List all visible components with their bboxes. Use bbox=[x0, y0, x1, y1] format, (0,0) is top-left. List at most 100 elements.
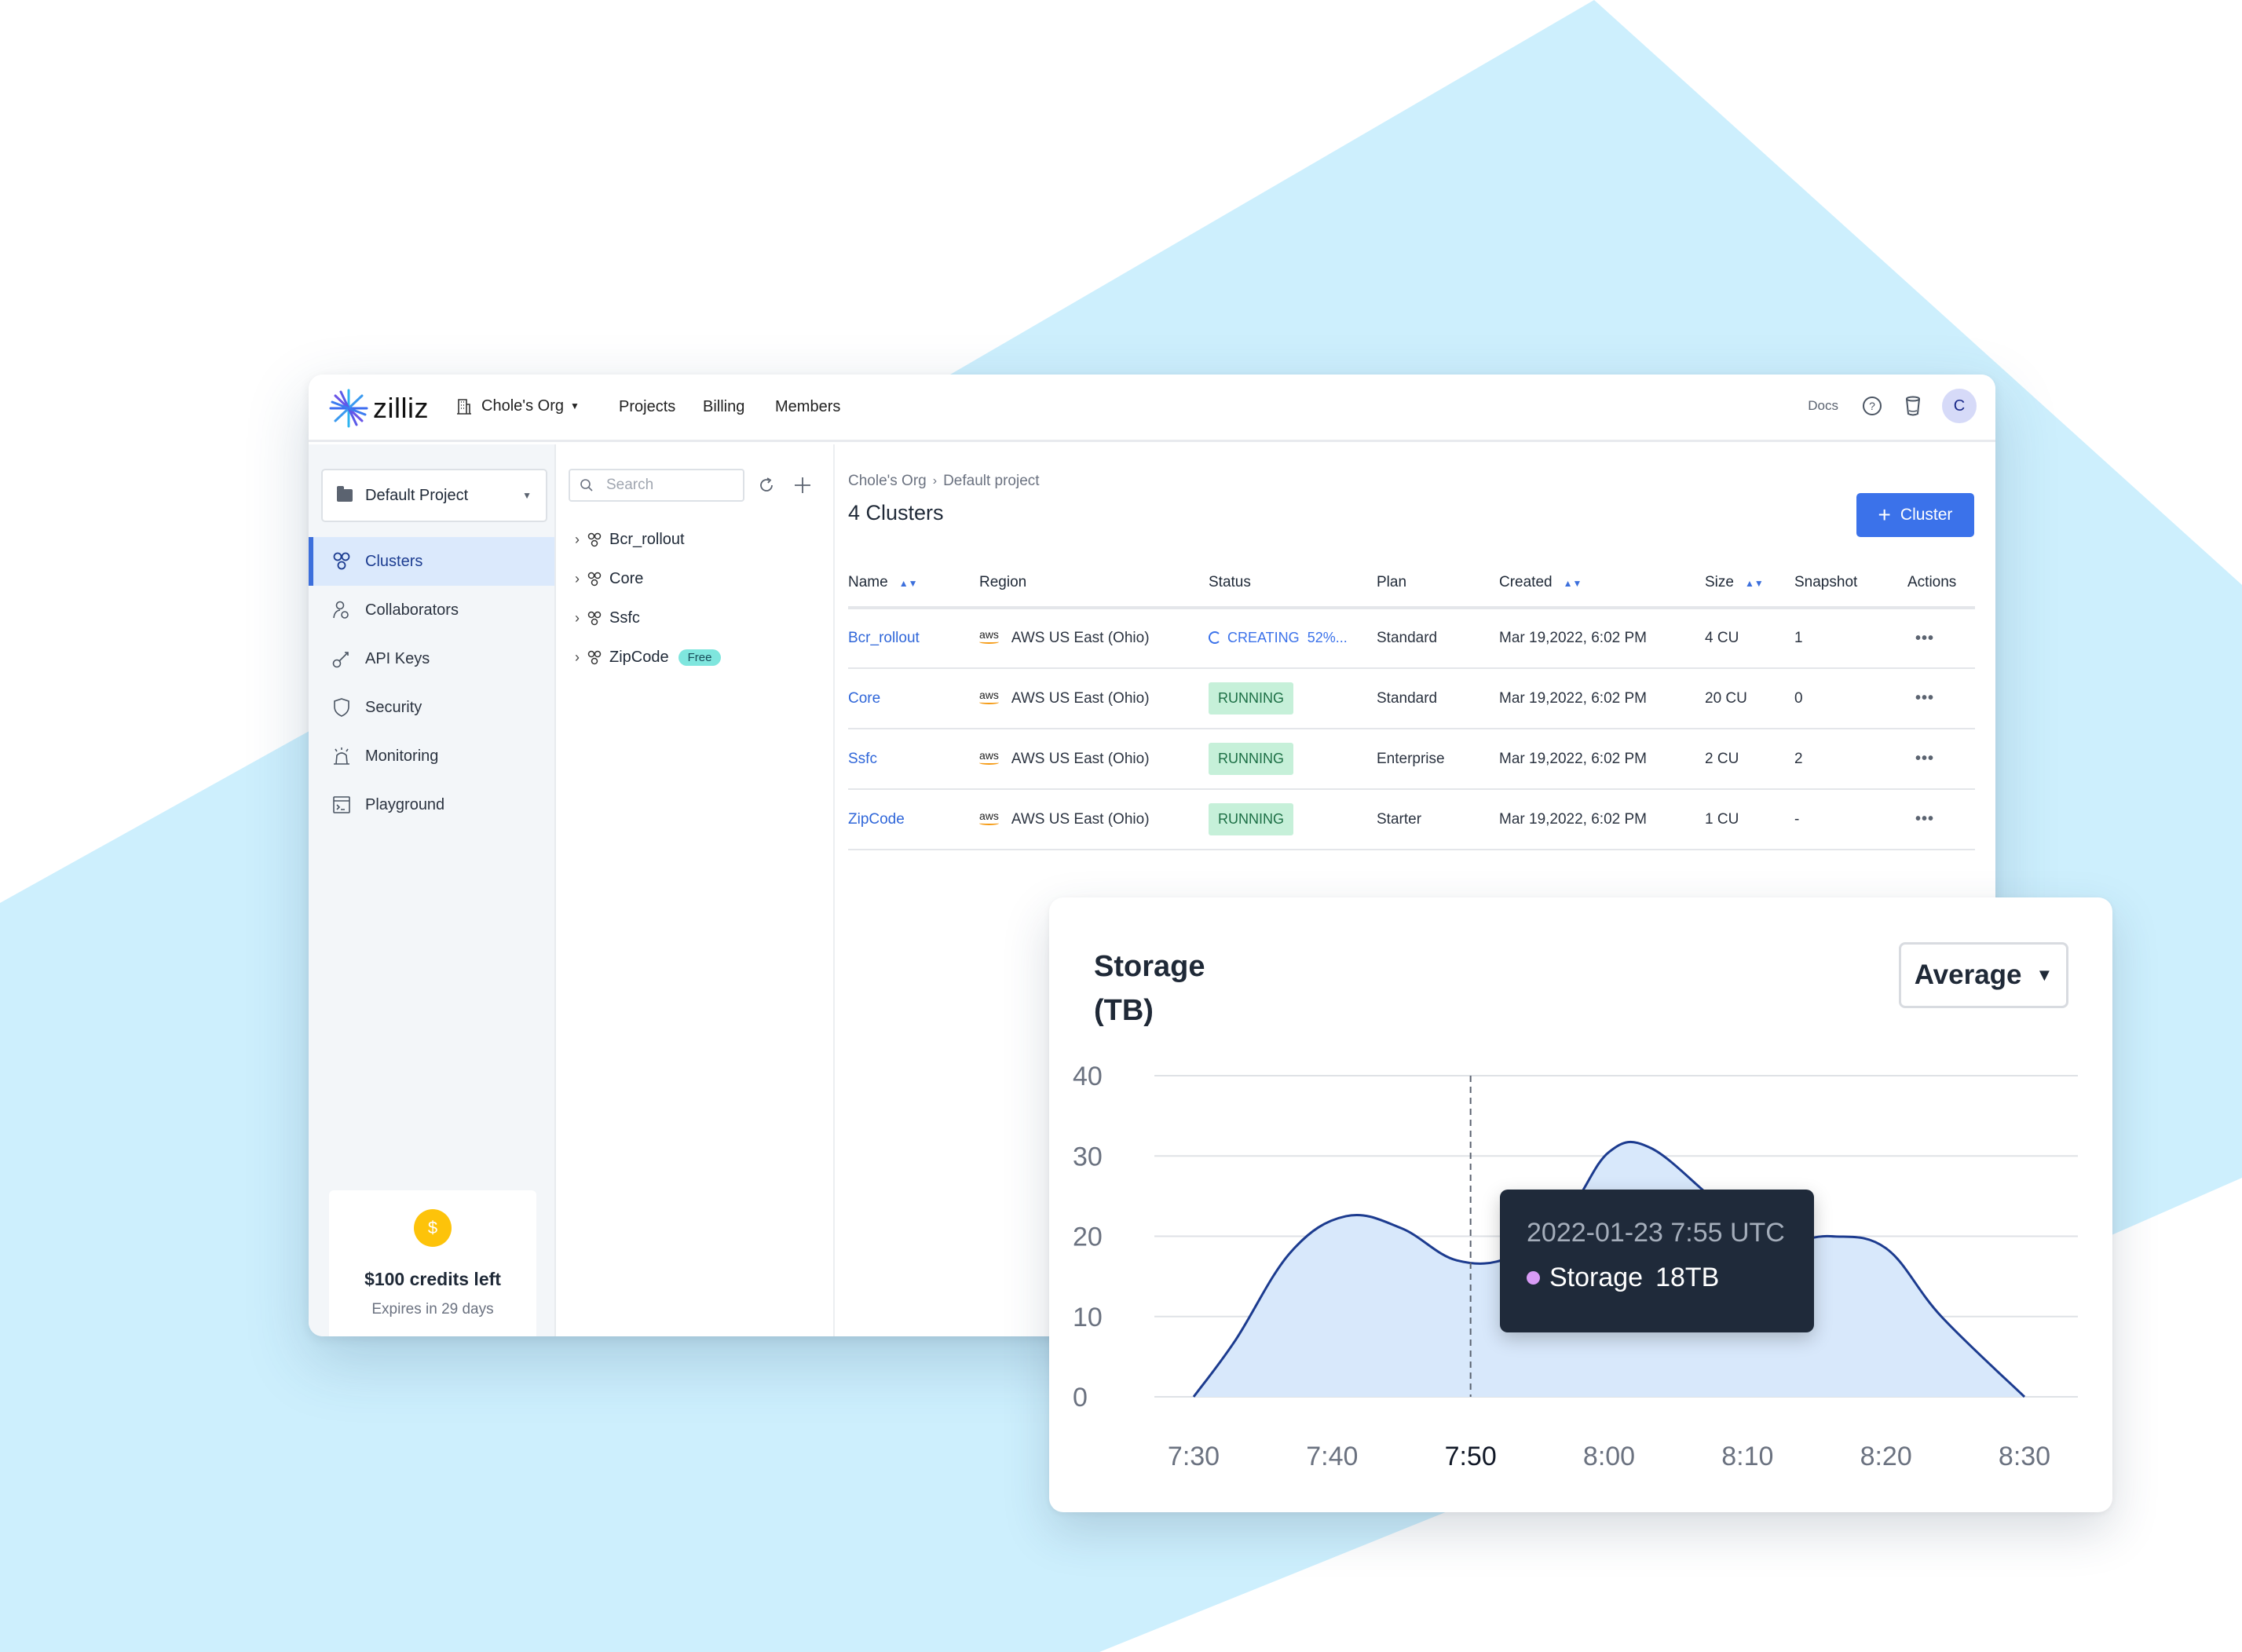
chevron-right-icon: › bbox=[932, 474, 938, 488]
tree-item-label: ZipCode bbox=[609, 649, 669, 666]
top-right-actions: Docs ? C bbox=[1808, 389, 1977, 423]
created: Mar 19,2022, 6:02 PM bbox=[1499, 689, 1647, 707]
storage-chart-card: 0 10 20 30 40 7:30 7:40 7:50 8:00 8:10 8:20 8:30 St… bbox=[1049, 897, 2112, 1512]
user-avatar[interactable]: C bbox=[1942, 389, 1977, 423]
snapshot: 2 bbox=[1794, 750, 1803, 767]
nav-projects[interactable]: Projects bbox=[619, 398, 675, 416]
cluster-name-link[interactable]: Ssfc bbox=[848, 751, 877, 767]
cluster-icon bbox=[587, 572, 602, 586]
project-select[interactable]: Default Project ▼ bbox=[321, 469, 547, 522]
credits-card: $ $100 credits left Expires in 29 days U… bbox=[329, 1190, 536, 1336]
status-badge: RUNNING bbox=[1209, 803, 1293, 835]
column-header-name[interactable]: Name ▲▼ bbox=[848, 559, 979, 609]
status-badge: RUNNING bbox=[1209, 682, 1293, 715]
aws-logo-icon: aws bbox=[979, 748, 999, 762]
column-header-created[interactable]: Created ▲▼ bbox=[1499, 559, 1705, 609]
plus-icon: + bbox=[1878, 503, 1891, 527]
snapshot: 0 bbox=[1794, 689, 1803, 707]
column-header-region: Region bbox=[979, 559, 1209, 609]
breadcrumb-org[interactable]: Chole's Org bbox=[848, 473, 927, 490]
plan: Standard bbox=[1377, 630, 1438, 646]
add-button[interactable] bbox=[790, 473, 815, 498]
search-icon bbox=[580, 479, 593, 492]
chevron-right-icon: › bbox=[575, 649, 580, 665]
free-badge: Free bbox=[678, 649, 722, 666]
cluster-name-link[interactable]: ZipCode bbox=[848, 811, 905, 828]
sidebar-item-monitoring[interactable]: Monitoring bbox=[309, 732, 554, 780]
y-tick-label: 40 bbox=[1073, 1062, 1103, 1091]
sidebar-item-api-keys[interactable]: API Keys bbox=[309, 634, 554, 683]
cluster-name-link[interactable]: Core bbox=[848, 690, 880, 707]
aws-logo-icon: aws bbox=[979, 628, 999, 641]
cluster-icon bbox=[587, 532, 602, 546]
size: 1 CU bbox=[1705, 810, 1739, 828]
project-select-value: Default Project bbox=[365, 486, 469, 504]
y-tick-label: 30 bbox=[1073, 1142, 1103, 1171]
sidebar-item-clusters[interactable]: Clusters bbox=[309, 537, 554, 586]
building-icon bbox=[457, 399, 471, 415]
org-switcher[interactable]: Chole's Org ▼ bbox=[455, 397, 580, 415]
credits-title: $100 credits left bbox=[364, 1269, 501, 1289]
tooltip-series: Storage bbox=[1549, 1263, 1644, 1292]
more-actions-icon[interactable]: ••• bbox=[1915, 630, 1934, 647]
column-header-plan: Plan bbox=[1377, 559, 1499, 609]
add-cluster-button[interactable]: + Cluster bbox=[1856, 493, 1974, 537]
cluster-icon bbox=[587, 650, 602, 664]
sidebar-item-label: Security bbox=[365, 698, 422, 716]
trash-button[interactable] bbox=[1901, 394, 1925, 418]
docs-link[interactable]: Docs bbox=[1808, 398, 1838, 414]
more-actions-icon[interactable]: ••• bbox=[1915, 750, 1934, 767]
size: 2 CU bbox=[1705, 750, 1739, 767]
created: Mar 19,2022, 6:02 PM bbox=[1499, 750, 1647, 767]
sort-icon[interactable]: ▲▼ bbox=[899, 578, 918, 589]
x-tick-label: 8:20 bbox=[1860, 1442, 1912, 1471]
more-actions-icon[interactable]: ••• bbox=[1915, 689, 1934, 707]
cluster-icon bbox=[587, 611, 602, 625]
y-tick-label: 10 bbox=[1073, 1303, 1103, 1332]
nav-billing[interactable]: Billing bbox=[703, 398, 744, 416]
breadcrumb-project[interactable]: Default project bbox=[943, 473, 1040, 490]
created: Mar 19,2022, 6:02 PM bbox=[1499, 630, 1647, 646]
sidebar-item-collaborators[interactable]: Collaborators bbox=[309, 586, 554, 634]
y-tick-label: 20 bbox=[1073, 1223, 1103, 1252]
logo[interactable]: zilliz bbox=[329, 389, 429, 428]
series-dot-icon bbox=[1527, 1271, 1540, 1285]
org-name: Chole's Org bbox=[481, 397, 564, 415]
refresh-button[interactable] bbox=[754, 473, 779, 498]
dollar-coin-icon: $ bbox=[414, 1209, 452, 1247]
snapshot: - bbox=[1794, 810, 1800, 828]
cluster-tree-panel: Search › Bcr_rollout › Core › Ssfc › Zip… bbox=[556, 444, 835, 1336]
table-row: ZipCode aws AWS US East (Ohio) RUNNING St… bbox=[848, 789, 1975, 850]
chevron-right-icon: › bbox=[575, 571, 580, 587]
table-row: Bcr_rollout aws AWS US East (Ohio) CREATI… bbox=[848, 608, 1975, 669]
clusters-table: Name ▲▼ Region Status Plan Created ▲▼ Size… bbox=[848, 559, 1975, 850]
aggregation-select[interactable]: Average ▼ bbox=[1899, 942, 2068, 1008]
refresh-icon bbox=[760, 477, 773, 492]
tooltip-time: 2022-01-23 7:55 UTC bbox=[1527, 1218, 1785, 1248]
chart-tooltip: 2022-01-23 7:55 UTC Storage 18TB bbox=[1500, 1190, 1814, 1332]
tree-item[interactable]: › ZipCode Free bbox=[575, 649, 722, 667]
more-actions-icon[interactable]: ••• bbox=[1915, 810, 1934, 828]
column-header-size[interactable]: Size ▲▼ bbox=[1705, 559, 1794, 609]
tree-item[interactable]: › Core bbox=[575, 570, 643, 588]
sidebar-item-security[interactable]: Security bbox=[309, 683, 554, 732]
tree-item[interactable]: › Bcr_rollout bbox=[575, 531, 685, 549]
size: 4 CU bbox=[1705, 630, 1739, 646]
sort-icon[interactable]: ▲▼ bbox=[1745, 578, 1764, 589]
help-icon: ? bbox=[1863, 397, 1882, 415]
sort-icon[interactable]: ▲▼ bbox=[1564, 578, 1582, 589]
search-input[interactable]: Search bbox=[569, 469, 744, 502]
folder-icon bbox=[337, 486, 353, 502]
credits-expiry: Expires in 29 days bbox=[371, 1301, 494, 1318]
plan: Starter bbox=[1377, 810, 1422, 828]
svg-text:?: ? bbox=[1869, 400, 1875, 412]
tree-item-label: Bcr_rollout bbox=[609, 531, 685, 548]
help-button[interactable]: ? bbox=[1860, 394, 1884, 418]
tooltip-value: 18TB bbox=[1655, 1263, 1720, 1292]
tree-item[interactable]: › Ssfc bbox=[575, 609, 640, 627]
key-icon bbox=[331, 648, 353, 670]
sidebar-item-label: API Keys bbox=[365, 649, 430, 667]
nav-members[interactable]: Members bbox=[775, 398, 840, 416]
sidebar-item-playground[interactable]: Playground bbox=[309, 780, 554, 829]
cluster-name-link[interactable]: Bcr_rollout bbox=[848, 630, 920, 646]
